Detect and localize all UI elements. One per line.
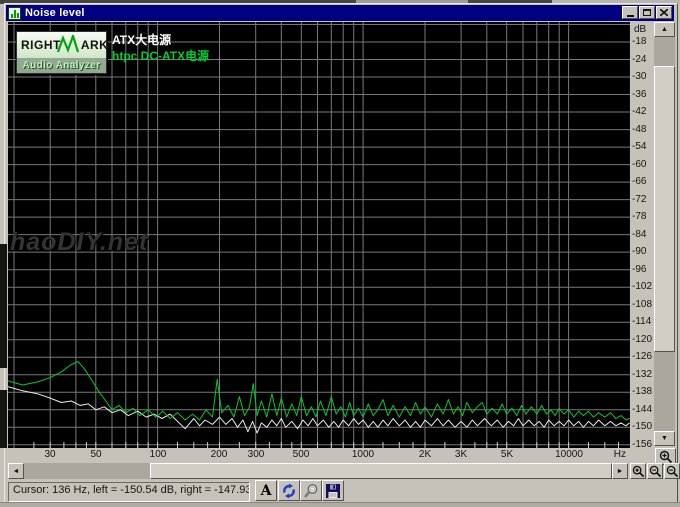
zoom-in-horizontal-button[interactable] (630, 463, 646, 479)
x-axis-tick-label: 1000 (352, 449, 374, 460)
scroll-right-button[interactable]: ► (612, 463, 628, 479)
background-window-edge-left (0, 244, 7, 368)
y-axis-tick-label: -96 (632, 264, 654, 275)
x-axis-unit: Hz (614, 449, 626, 460)
y-axis-tick-label: -90 (632, 246, 654, 257)
minimize-icon (627, 15, 634, 17)
x-axis-tick-label: 10000 (555, 449, 583, 460)
y-axis-tick-label: -60 (632, 159, 654, 170)
y-axis-tick-label: -30 (632, 71, 654, 82)
x-axis-tick-label: 200 (211, 449, 228, 460)
status-bar: Cursor: 136 Hz, left = -150.54 dB, right… (8, 482, 250, 502)
x-axis-tick-label: 50 (90, 449, 101, 460)
magnifier-minus-icon (666, 465, 679, 478)
magnifier-button[interactable] (300, 480, 322, 501)
window-spectrum-icon (8, 7, 21, 20)
rightmark-logo: RIGHT ARK Audio Analyzer (16, 31, 107, 74)
scroll-up-button[interactable]: ▲ (654, 22, 675, 37)
logo-text-mark: ARK (81, 38, 109, 52)
magnifier-plus-icon (659, 450, 673, 464)
x-axis-tick-label: 3K (455, 449, 467, 460)
zoom-reset-button[interactable] (664, 463, 680, 479)
save-button[interactable] (322, 480, 344, 501)
scroll-down-button[interactable]: ▼ (654, 431, 675, 446)
parent-window-bottom (0, 502, 680, 507)
y-axis-tick-label: -108 (632, 299, 654, 310)
y-axis-tick-label: -150 (632, 421, 654, 432)
scroll-left-button[interactable]: ◄ (8, 463, 24, 479)
logo-pulse-icon (57, 35, 79, 55)
spectrum-plot[interactable]: RIGHT ARK Audio Analyzer ATX大电源 htpc DC-… (8, 22, 630, 448)
x-axis-tick-label: 30 (44, 449, 55, 460)
y-axis-tick-label: -102 (632, 281, 654, 292)
y-axis-tick-label: -126 (632, 351, 654, 362)
logo-text-right: RIGHT (21, 38, 61, 52)
y-axis-tick-label: -54 (632, 141, 654, 152)
y-axis-tick-label: -36 (632, 89, 654, 100)
x-axis-tick-label: 2K (419, 449, 431, 460)
window-title: Noise level (25, 7, 85, 19)
watermark: haoDIY.net (10, 228, 148, 257)
zoom-out-horizontal-button[interactable] (647, 463, 663, 479)
legend: ATX大电源 htpc DC-ATX电源 (112, 32, 209, 64)
y-axis-labels: dB -18 -24 -30 -36 -42 -48 -54 -60 -66 -72 -78 -84 -… (630, 22, 654, 462)
y-axis-tick-label: -84 (632, 229, 654, 240)
vertical-scrollbar-thumb[interactable] (654, 66, 675, 352)
maximize-icon (643, 9, 651, 16)
magnifier-minus-icon (649, 465, 662, 478)
close-icon (660, 9, 668, 16)
refresh-icon (281, 483, 297, 499)
arrow-down-icon: ▼ (661, 435, 668, 442)
legend-entry-atx: ATX大电源 (112, 32, 209, 48)
vertical-scrollbar[interactable]: ▲ ▼ (654, 22, 675, 446)
x-axis-tick-label: 5K (501, 449, 513, 460)
y-axis-tick-label: -156 (632, 439, 654, 450)
floppy-disk-icon (325, 483, 341, 499)
y-axis-tick-label: -66 (632, 176, 654, 187)
background-window-edge-left (0, 390, 7, 448)
x-axis-tick-label: 300 (248, 449, 265, 460)
y-axis-tick-label: -114 (632, 316, 654, 327)
y-axis-tick-label: -120 (632, 334, 654, 345)
y-axis-tick-label: -78 (632, 211, 654, 222)
y-axis-tick-label: -138 (632, 386, 654, 397)
maximize-button[interactable] (639, 6, 655, 19)
arrow-left-icon: ◄ (13, 468, 20, 475)
x-axis-tick-label: 100 (150, 449, 167, 460)
y-axis-tick-label: -144 (632, 404, 654, 415)
y-axis-tick-label: -72 (632, 194, 654, 205)
arrow-right-icon: ► (617, 468, 624, 475)
y-axis-unit: dB (634, 24, 646, 35)
title-bar[interactable]: Noise level (6, 5, 674, 21)
y-axis-tick-label: -18 (632, 36, 654, 47)
y-axis-tick-label: -42 (632, 106, 654, 117)
logo-text-analyzer: Audio Analyzer (22, 60, 100, 71)
rightmark-logo-bottom: Audio Analyzer (17, 58, 106, 73)
magnifier-plus-icon (632, 465, 645, 478)
x-axis-labels: Hz 30 50 100 200 300 500 1000 2K 3K 5K 10000 (8, 448, 630, 462)
font-button[interactable]: A (255, 480, 277, 501)
screen: Noise level RIGHT ARK Audio (0, 0, 680, 507)
refresh-button[interactable] (278, 480, 300, 501)
rightmark-logo-top: RIGHT ARK (17, 32, 106, 58)
horizontal-scrollbar[interactable]: ◄ ► (8, 463, 628, 479)
y-axis-tick-label: -132 (632, 369, 654, 380)
arrow-up-icon: ▲ (661, 26, 668, 33)
y-axis-tick-label: -24 (632, 54, 654, 65)
magnifier-icon (303, 483, 319, 499)
y-axis-tick-label: -48 (632, 124, 654, 135)
horizontal-scrollbar-thumb[interactable] (150, 463, 612, 479)
close-button[interactable] (656, 6, 672, 19)
x-axis-tick-label: 500 (293, 449, 310, 460)
minimize-button[interactable] (622, 6, 638, 19)
legend-entry-htpc: htpc DC-ATX电源 (112, 48, 209, 64)
